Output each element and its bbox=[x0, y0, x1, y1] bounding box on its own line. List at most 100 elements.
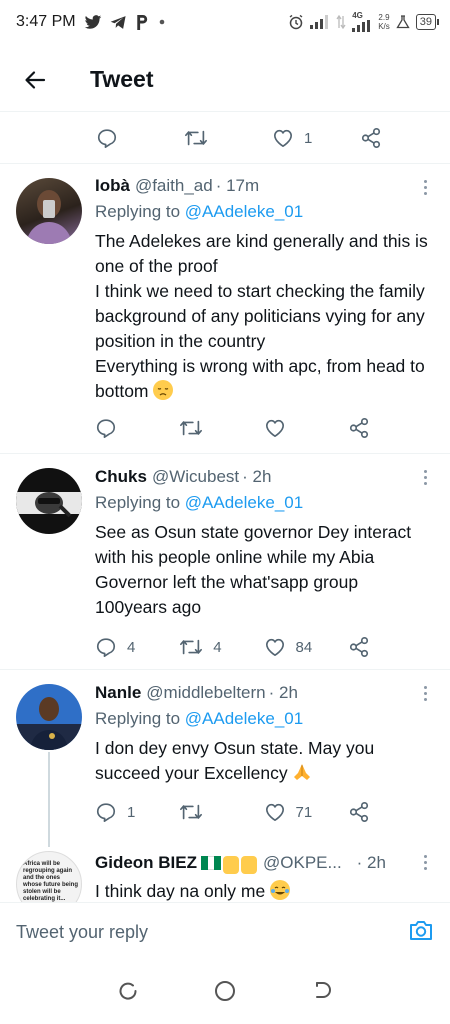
tweet-header: Chuks @Wicubest · 2h bbox=[95, 467, 432, 491]
p-app-notification-icon bbox=[135, 14, 149, 31]
retweet-icon bbox=[180, 420, 203, 436]
telegram-notification-icon bbox=[110, 15, 127, 30]
recent-apps-button[interactable] bbox=[117, 980, 139, 1007]
system-navigation-bar bbox=[0, 962, 450, 1024]
reply-tweet[interactable]: Chuks @Wicubest · 2h Replying to @AAdele… bbox=[0, 454, 450, 669]
tweet-actions: 1 71 bbox=[95, 792, 432, 832]
retweet-button[interactable] bbox=[179, 801, 263, 823]
like-count: 71 bbox=[295, 803, 313, 821]
page-title: Tweet bbox=[90, 66, 154, 92]
avatar-text: Africa will be regrouping again and the … bbox=[23, 861, 79, 902]
reply-tweet[interactable]: Africa will be regrouping again and the … bbox=[0, 845, 450, 902]
heart-icon bbox=[265, 803, 284, 821]
warning-flask-icon bbox=[396, 15, 410, 29]
reply-input[interactable]: Tweet your reply bbox=[16, 922, 148, 943]
share-icon bbox=[349, 418, 368, 438]
folded-hands-icon bbox=[292, 762, 312, 782]
replying-to-mention[interactable]: @AAdeleke_01 bbox=[185, 493, 303, 512]
reply-button[interactable]: 1 bbox=[95, 801, 179, 823]
retweet-count: 4 bbox=[213, 638, 222, 656]
tweet-actions: 4 4 84 bbox=[95, 627, 432, 667]
retweet-button[interactable]: 4 bbox=[179, 636, 263, 658]
replying-to-label: Replying to bbox=[95, 709, 181, 728]
back-nav-icon bbox=[316, 981, 331, 998]
reply-icon bbox=[97, 129, 117, 148]
share-button[interactable] bbox=[360, 127, 448, 149]
timestamp: · 17m bbox=[215, 176, 260, 195]
home-button[interactable] bbox=[213, 979, 237, 1008]
network-speed-value: 2.9 bbox=[378, 13, 390, 22]
main-tweet-actions: 1 bbox=[96, 118, 448, 158]
top-app-bar: Tweet bbox=[0, 48, 450, 112]
username[interactable]: @middlebeltern bbox=[146, 683, 265, 703]
share-button[interactable] bbox=[348, 801, 432, 823]
display-name[interactable]: Chuks bbox=[95, 467, 147, 487]
camera-icon bbox=[410, 921, 432, 940]
data-transfer-icon bbox=[336, 15, 346, 29]
retweet-icon bbox=[180, 804, 203, 820]
share-icon bbox=[349, 637, 368, 657]
like-button[interactable]: 1 bbox=[272, 128, 360, 148]
retweet-icon bbox=[180, 639, 203, 655]
tweet-text-content: The Adelekes are kind generally and this… bbox=[95, 231, 428, 401]
replying-to-mention[interactable]: @AAdeleke_01 bbox=[185, 709, 303, 728]
heart-icon bbox=[265, 419, 284, 437]
retweet-button[interactable] bbox=[179, 417, 263, 439]
status-bar: 3:47 PM 4G 2.9 K/s 39 bbox=[0, 0, 450, 44]
replying-to-label: Replying to bbox=[95, 202, 181, 221]
reply-count: 1 bbox=[127, 803, 136, 821]
username[interactable]: @Wicubest bbox=[152, 467, 239, 487]
reply-composer-bar: Tweet your reply bbox=[0, 902, 450, 962]
more-notifications-dot-icon bbox=[157, 17, 167, 27]
alarm-icon bbox=[288, 14, 304, 30]
reply-tweet[interactable]: Iobà @faith_ad · 17m Replying to @AAdele… bbox=[0, 164, 450, 454]
like-button[interactable] bbox=[264, 418, 348, 438]
avatar[interactable] bbox=[16, 178, 82, 244]
tweet-text: I don dey envy Osun state. May you succe… bbox=[95, 736, 432, 786]
share-button[interactable] bbox=[348, 636, 432, 658]
nigeria-flag-icon bbox=[201, 856, 222, 870]
avatar[interactable]: Africa will be regrouping again and the … bbox=[16, 851, 82, 902]
like-button[interactable]: 84 bbox=[264, 637, 348, 657]
back-nav-button[interactable] bbox=[311, 980, 333, 1007]
avatar[interactable] bbox=[16, 684, 82, 750]
username[interactable]: @faith_ad bbox=[135, 176, 213, 196]
tweet-text-content: I think day na only me bbox=[95, 881, 266, 901]
reply-button[interactable]: 4 bbox=[95, 636, 179, 658]
replying-to: Replying to @AAdeleke_01 bbox=[95, 709, 432, 733]
raised-fist-icon bbox=[223, 856, 239, 874]
tweet-text: See as Osun state governor Dey interact … bbox=[95, 522, 412, 617]
like-count: 84 bbox=[295, 638, 313, 656]
thumbs-up-icon bbox=[241, 856, 257, 874]
reply-tweet[interactable]: Nanle @middlebeltern · 2h Replying to @A… bbox=[0, 670, 450, 847]
replying-to-mention[interactable]: @AAdeleke_01 bbox=[185, 202, 303, 221]
share-button[interactable] bbox=[348, 417, 432, 439]
tweet-header: Gideon BIEZ @OKPE... · 2h bbox=[95, 853, 432, 877]
retweet-button[interactable] bbox=[184, 127, 272, 149]
recent-apps-icon bbox=[119, 982, 137, 1000]
network-type-label: 4G bbox=[352, 11, 363, 20]
display-name[interactable]: Nanle bbox=[95, 683, 141, 703]
display-name[interactable]: Gideon BIEZ bbox=[95, 853, 197, 873]
replying-to: Replying to @AAdeleke_01 bbox=[95, 493, 432, 517]
share-icon bbox=[361, 128, 381, 148]
avatar-photo bbox=[16, 697, 82, 750]
back-button[interactable] bbox=[0, 48, 70, 112]
network-speed: 2.9 K/s bbox=[378, 13, 390, 31]
share-icon bbox=[349, 802, 368, 822]
tweet-text-content: I don dey envy Osun state. May you succe… bbox=[95, 738, 375, 783]
reply-button[interactable] bbox=[96, 127, 184, 149]
replying-to-label: Replying to bbox=[95, 493, 181, 512]
thread-connector-line bbox=[48, 752, 50, 847]
reply-button[interactable] bbox=[95, 417, 179, 439]
name-emojis bbox=[201, 856, 257, 874]
like-button[interactable]: 71 bbox=[264, 802, 348, 822]
network-speed-unit: K/s bbox=[378, 22, 390, 31]
retweet-icon bbox=[185, 130, 207, 146]
avatar[interactable] bbox=[16, 468, 82, 534]
tweet-header: Nanle @middlebeltern · 2h bbox=[95, 683, 432, 707]
heart-icon bbox=[274, 129, 292, 147]
camera-button[interactable] bbox=[408, 918, 434, 947]
display-name[interactable]: Iobà bbox=[95, 176, 130, 196]
username[interactable]: @OKPE... bbox=[263, 853, 342, 873]
